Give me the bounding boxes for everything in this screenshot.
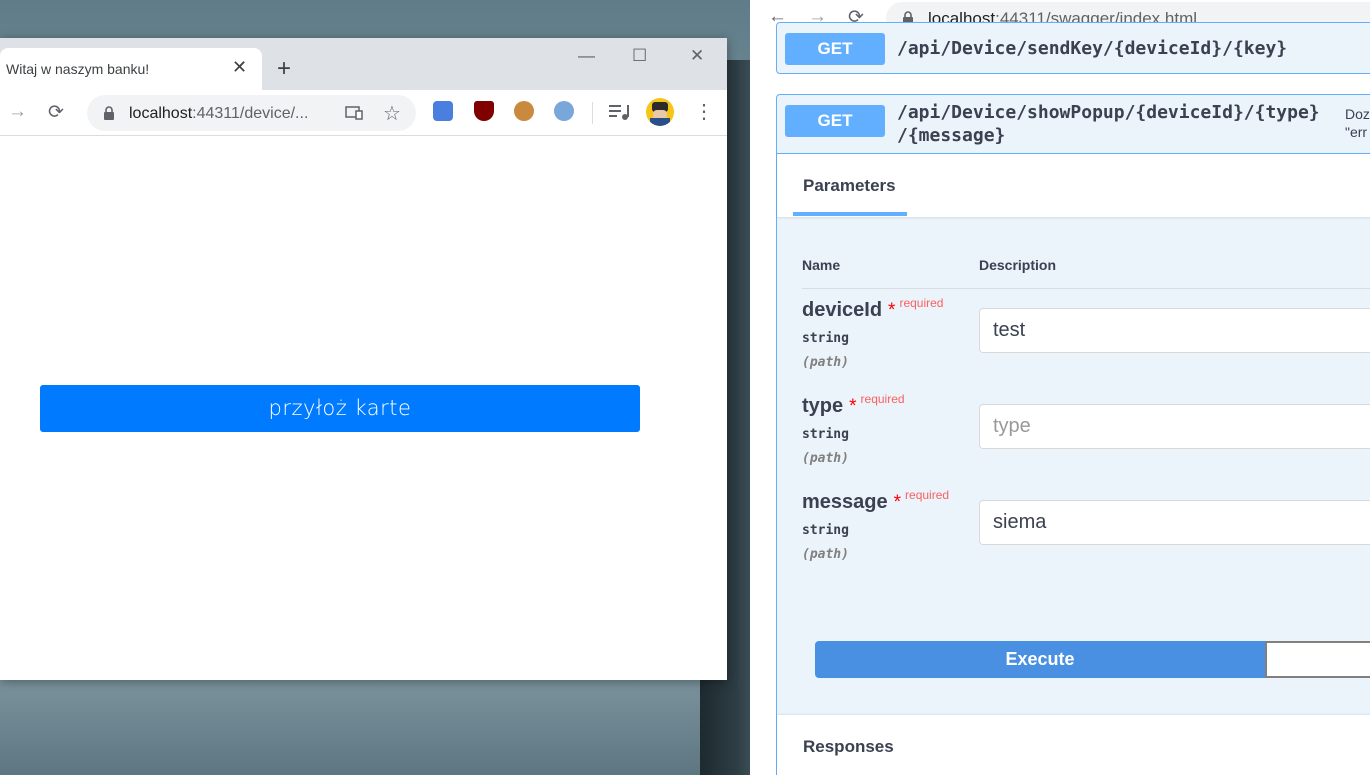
ublock-extension-icon[interactable] — [474, 101, 494, 121]
url-text: localhost:44311/device/... — [129, 105, 309, 122]
extension-icon[interactable] — [554, 101, 574, 121]
deviceid-input[interactable] — [979, 308, 1370, 353]
operation-path[interactable]: /api/Device/showPopup/{deviceId}/{type} … — [897, 101, 1320, 147]
bank-page-content: przyłoż karte — [0, 137, 727, 680]
browser-toolbar: → ⟳ localhost:44311/device/... ☆ ⋮ — [0, 90, 727, 136]
operation-showpopup: GET /api/Device/showPopup/{deviceId}/{ty… — [776, 94, 1370, 775]
type-input[interactable] — [979, 404, 1370, 449]
wallpaper-sea — [0, 680, 740, 775]
tab-active-indicator — [793, 212, 907, 216]
tap-card-button[interactable]: przyłoż karte — [40, 385, 640, 432]
operation-summary: Doz "err — [1345, 106, 1370, 140]
tab-close-icon[interactable]: ✕ — [232, 57, 247, 78]
tab-title: Witaj w naszym banku! — [6, 61, 150, 77]
swagger-browser-window: ← → ⟳ localhost:44311/swagger/index.html… — [750, 0, 1370, 775]
required-star: * — [888, 300, 896, 321]
close-window-button[interactable]: ✕ — [690, 46, 704, 66]
tab-parameters[interactable]: Parameters — [803, 176, 896, 196]
method-badge[interactable]: GET — [785, 105, 885, 137]
param-deviceid: deviceId * required string (path) — [802, 296, 944, 370]
new-tab-button[interactable]: + — [277, 57, 291, 81]
toolbar-divider — [592, 102, 593, 124]
maximize-button[interactable]: ☐ — [632, 46, 647, 66]
param-message: message * required string (path) — [802, 488, 950, 562]
required-star: * — [849, 396, 857, 417]
translate-extension-icon[interactable] — [433, 101, 453, 121]
tab-bank[interactable]: Witaj w naszym banku! ✕ — [0, 48, 262, 90]
media-control-icon[interactable] — [609, 103, 629, 121]
operation-path: /api/Device/sendKey/{deviceId}/{key} — [897, 38, 1288, 59]
clear-button[interactable] — [1265, 641, 1370, 678]
column-header-name: Name — [802, 257, 841, 273]
tab-strip: Witaj w naszym banku! ✕ + — ☐ ✕ — [0, 38, 727, 90]
lock-icon — [104, 106, 114, 120]
column-divider — [802, 288, 1370, 289]
address-bar[interactable]: localhost:44311/device/... ☆ — [87, 95, 416, 131]
param-type: type * required string (path) — [802, 392, 905, 466]
operation-sendkey[interactable]: GET /api/Device/sendKey/{deviceId}/{key} — [776, 22, 1370, 74]
cast-icon[interactable] — [345, 106, 363, 120]
parameters-tab-header: Parameters — [777, 153, 1370, 217]
method-badge: GET — [785, 33, 885, 65]
message-input[interactable] — [979, 500, 1370, 545]
forward-icon[interactable]: → — [8, 101, 27, 123]
menu-icon[interactable]: ⋮ — [694, 99, 714, 124]
bookmark-star-icon[interactable]: ☆ — [383, 101, 401, 126]
cookie-extension-icon[interactable] — [514, 101, 534, 121]
responses-section: Responses — [777, 715, 1370, 775]
responses-heading: Responses — [803, 737, 894, 756]
minimize-button[interactable]: — — [578, 46, 595, 66]
execute-button[interactable]: Execute — [815, 641, 1265, 678]
bank-browser-window: Witaj w naszym banku! ✕ + — ☐ ✕ → ⟳ loca… — [0, 38, 727, 680]
column-header-description: Description — [979, 257, 1057, 273]
avatar[interactable] — [646, 98, 674, 126]
required-star: * — [893, 492, 902, 513]
reload-icon[interactable]: ⟳ — [48, 101, 64, 124]
